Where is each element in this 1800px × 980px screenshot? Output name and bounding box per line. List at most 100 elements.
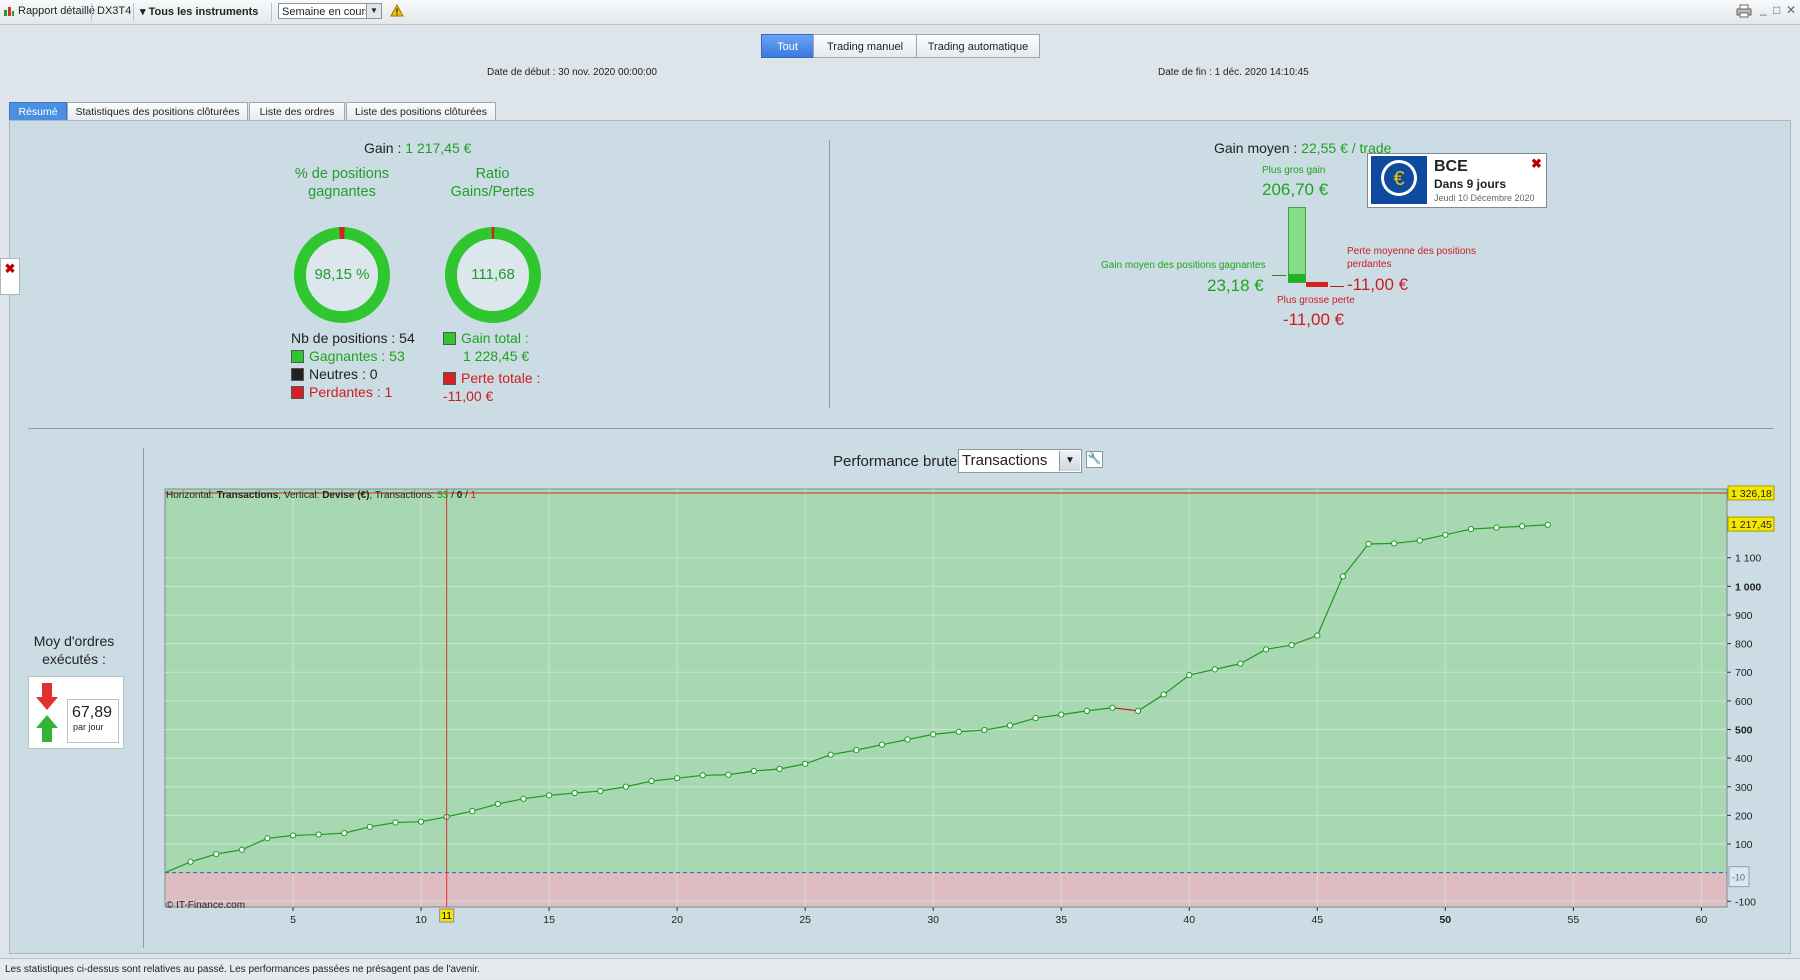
data-point xyxy=(1007,723,1012,728)
minimize-icon[interactable]: _ xyxy=(1760,2,1767,16)
data-point xyxy=(956,729,961,734)
x-tick-label: 35 xyxy=(1055,914,1067,926)
gain-value: 1 217,45 € xyxy=(405,140,471,156)
x-tick-label: 50 xyxy=(1439,914,1451,926)
y-tick-label: 300 xyxy=(1735,782,1753,794)
data-point xyxy=(1494,525,1499,530)
data-point xyxy=(1110,705,1115,710)
warning-icon[interactable] xyxy=(390,4,404,20)
tab-liste-positions[interactable]: Liste des positions clôturées xyxy=(346,102,496,120)
tab-statistiques[interactable]: Statistiques des positions clôturées xyxy=(67,102,248,120)
period-select[interactable]: Semaine en cours ▼ xyxy=(278,3,382,19)
gain-total-value: 1 228,45 € xyxy=(443,347,540,365)
orders-unit: par jour xyxy=(68,722,118,732)
data-point xyxy=(675,776,680,781)
wrench-icon[interactable]: 🔧 xyxy=(1086,451,1103,468)
perdantes-label: Perdantes : 1 xyxy=(309,384,392,400)
gagnantes-label: Gagnantes : 53 xyxy=(309,348,405,364)
y-tick-label: 100 xyxy=(1735,839,1753,851)
data-point xyxy=(1443,532,1448,537)
avg-gain-arrow xyxy=(1272,275,1286,276)
data-point xyxy=(1392,541,1397,546)
gain-moyen-gagnantes-value: 23,18 € xyxy=(1207,276,1264,296)
print-icon[interactable] xyxy=(1736,4,1752,21)
data-point xyxy=(521,796,526,801)
totals-legend: Gain total : 1 228,45 € Perte totale : -… xyxy=(443,329,540,405)
bce-notification[interactable]: € BCE Dans 9 jours Jeudi 10 Décembre 202… xyxy=(1367,153,1547,208)
ratio-title: Ratio Gains/Pertes xyxy=(440,165,545,201)
data-point xyxy=(1366,541,1371,546)
data-point xyxy=(854,748,859,753)
mode-all-button[interactable]: Tout xyxy=(761,34,814,58)
data-point xyxy=(265,836,270,841)
account-label[interactable]: DX3T4 xyxy=(97,5,131,17)
legend-green-swatch xyxy=(291,350,304,363)
chevron-down-icon[interactable]: ▼ xyxy=(1059,451,1080,471)
x-tick-label: 5 xyxy=(290,914,296,926)
data-point xyxy=(342,831,347,836)
start-date: Date de début : 30 nov. 2020 00:00:00 xyxy=(487,67,657,78)
data-point xyxy=(700,773,705,778)
mode-auto-button[interactable]: Trading automatique xyxy=(916,34,1040,58)
data-point xyxy=(470,808,475,813)
pct-title: % de positions gagnantes xyxy=(292,165,392,201)
y-tick-label: 900 xyxy=(1735,610,1753,622)
avg-loss-arrow xyxy=(1330,286,1344,287)
data-point xyxy=(239,847,244,852)
data-point xyxy=(1263,647,1268,652)
pct-value: 98,15 % xyxy=(293,266,391,283)
data-point xyxy=(1212,667,1217,672)
x-tick-label: 20 xyxy=(671,914,683,926)
maximize-icon[interactable]: □ xyxy=(1773,3,1780,17)
last-value-badge-label: 1 217,45 xyxy=(1731,519,1772,531)
tab-resume[interactable]: Résumé xyxy=(9,102,67,120)
positions-legend: Nb de positions : 54 Gagnantes : 53 Neut… xyxy=(291,329,415,401)
chevron-down-icon[interactable]: ▼ xyxy=(366,4,381,18)
performance-chart[interactable]: 11 51015202530354045505560-1001002003004… xyxy=(160,484,1800,932)
data-point xyxy=(828,752,833,757)
bce-title: BCE xyxy=(1434,158,1468,176)
plus-grosse-perte-label: Plus grosse perte xyxy=(1277,295,1355,306)
data-point xyxy=(1161,692,1166,697)
neutres-label: Neutres : 0 xyxy=(309,366,377,382)
data-point xyxy=(1084,708,1089,713)
legend-gain-swatch xyxy=(443,332,456,345)
bce-close-icon[interactable]: ✖ xyxy=(1531,156,1542,172)
gain-moyen-gagnantes-label: Gain moyen des positions gagnantes xyxy=(1101,260,1266,271)
gain-line: Gain : 1 217,45 € xyxy=(364,140,471,156)
performance-select[interactable]: Transactions ▼ xyxy=(958,449,1082,473)
data-point xyxy=(418,819,423,824)
y-tick-label: 200 xyxy=(1735,810,1753,822)
data-point xyxy=(905,737,910,742)
data-point xyxy=(982,727,987,732)
negative-area xyxy=(165,873,1727,907)
chart-header: Horizontal: Transactions, Vertical: Devi… xyxy=(166,490,477,501)
mode-manual-button[interactable]: Trading manuel xyxy=(813,34,917,58)
data-point xyxy=(1468,526,1473,531)
data-point xyxy=(1315,633,1320,638)
data-point xyxy=(393,820,398,825)
plus-gros-gain-label: Plus gros gain xyxy=(1262,165,1325,176)
close-icon[interactable]: ✕ xyxy=(1786,3,1796,17)
tab-liste-ordres[interactable]: Liste des ordres xyxy=(249,102,345,120)
svg-text:€: € xyxy=(1393,168,1404,190)
data-point xyxy=(1187,672,1192,677)
data-point xyxy=(931,732,936,737)
data-point xyxy=(803,761,808,766)
bce-subtitle: Dans 9 jours xyxy=(1434,177,1506,191)
x-tick-label: 30 xyxy=(927,914,939,926)
y-tick-label: 500 xyxy=(1735,724,1753,736)
data-point xyxy=(649,778,654,783)
report-title[interactable]: Rapport détaillé xyxy=(18,5,95,17)
plus-grosse-perte-value: -11,00 € xyxy=(1283,310,1344,330)
nb-positions: Nb de positions : 54 xyxy=(291,329,415,347)
side-close-icon[interactable]: ✖ xyxy=(0,258,20,295)
data-point xyxy=(879,742,884,747)
gain-total-label: Gain total : xyxy=(461,330,529,346)
x-tick-label: 40 xyxy=(1183,914,1195,926)
ecb-euro-logo: € xyxy=(1371,156,1427,204)
data-point xyxy=(598,788,603,793)
data-point xyxy=(623,784,628,789)
instruments-dropdown[interactable]: ▾ Tous les instruments xyxy=(140,5,258,18)
y-tick-label: 700 xyxy=(1735,667,1753,679)
